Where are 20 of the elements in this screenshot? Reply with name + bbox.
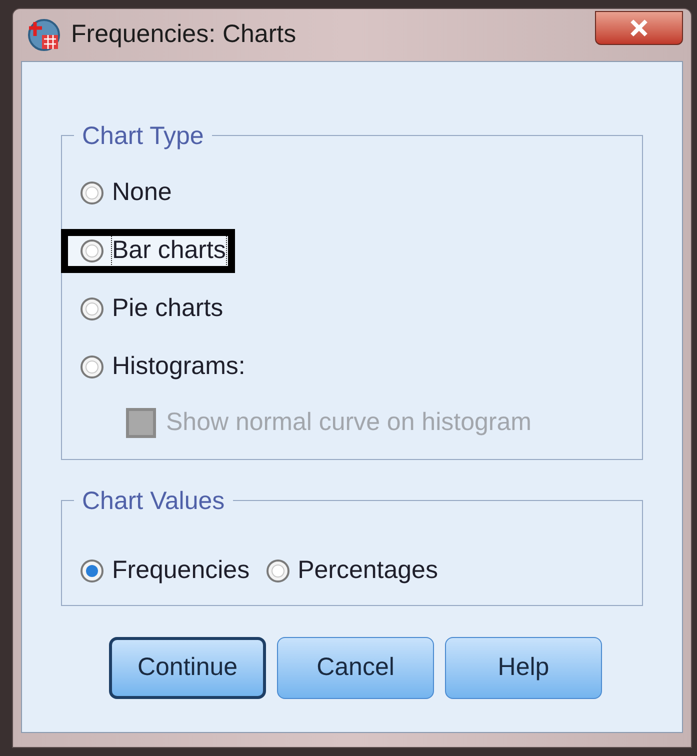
- radio-label[interactable]: Percentages: [298, 552, 438, 590]
- radio-button[interactable]: [80, 559, 104, 583]
- radio-button[interactable]: [80, 355, 104, 379]
- checkbox-label: Show normal curve on histogram: [166, 407, 532, 438]
- radio-button[interactable]: [80, 297, 104, 321]
- close-button[interactable]: [595, 11, 683, 45]
- radio-label[interactable]: None: [112, 174, 172, 212]
- dialog-button[interactable]: Help: [445, 637, 602, 699]
- radio-button[interactable]: [80, 239, 104, 263]
- radio-label[interactable]: Frequencies: [112, 552, 250, 590]
- radio-label[interactable]: Bar charts: [112, 232, 226, 270]
- dialog-button[interactable]: Continue: [109, 637, 266, 699]
- radio-label[interactable]: Pie charts: [112, 290, 224, 328]
- radio-label[interactable]: Histograms:: [112, 348, 246, 386]
- chart-app-icon: [27, 18, 61, 52]
- radio-button[interactable]: [80, 181, 104, 205]
- close-icon: [630, 19, 648, 37]
- window-title: Frequencies: Charts: [71, 19, 296, 50]
- dialog-button[interactable]: Cancel: [277, 637, 434, 699]
- radio-button[interactable]: [266, 559, 290, 583]
